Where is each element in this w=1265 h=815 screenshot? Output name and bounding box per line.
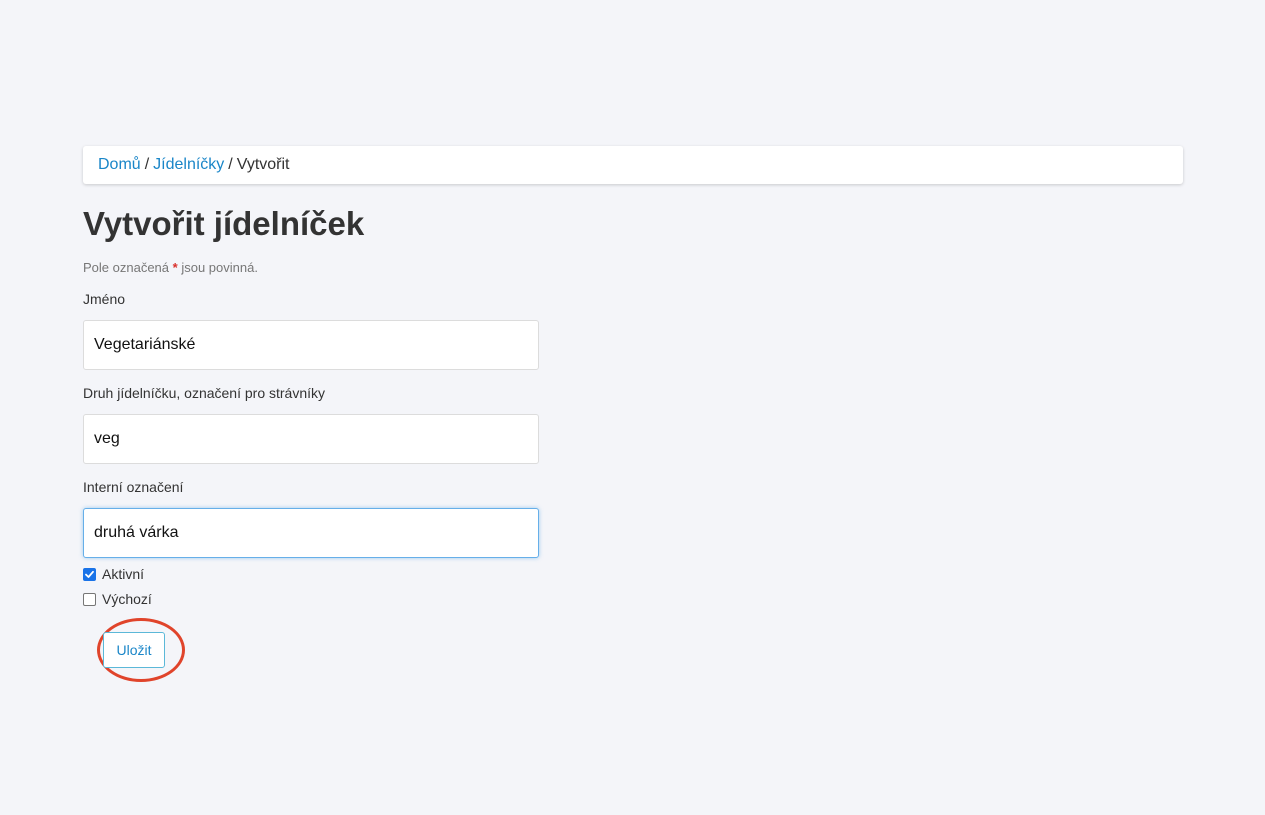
default-checkbox-label: Výchozí [102,591,152,607]
page-container: Domů / Jídelníčky / Vytvořit Vytvořit jí… [83,146,1183,682]
required-hint-before: Pole označená [83,260,170,275]
breadcrumb-home-link[interactable]: Domů [98,156,141,174]
default-checkbox[interactable] [83,592,96,606]
breadcrumb-separator: / [144,156,150,173]
page-title: Vytvořit jídelníček [83,205,365,242]
required-marker: * [172,260,178,275]
default-checkbox-row[interactable]: Výchozí [83,590,1183,608]
name-input[interactable] [83,320,539,370]
active-checkbox[interactable] [83,567,96,581]
required-fields-hint: Pole označená * jsou povinná. [83,260,1183,276]
breadcrumb-menus-link[interactable]: Jídelníčky [153,156,224,174]
save-button[interactable]: Uložit [103,632,165,668]
required-hint-after: jsou povinná. [181,260,258,275]
breadcrumb: Domů / Jídelníčky / Vytvořit [83,146,1183,184]
breadcrumb-separator: / [228,156,233,173]
active-checkbox-label: Aktivní [102,566,145,582]
create-menu-form: Jméno Druh jídelníčku, označení pro strá… [83,291,1183,682]
internal-designation-input[interactable] [83,508,539,558]
breadcrumb-current: Vytvořit [236,156,290,173]
active-checkbox-row[interactable]: Aktivní [83,565,1183,583]
checkmark-icon [85,570,94,578]
name-label: Jméno [83,291,126,307]
internal-label: Interní označení [83,479,184,495]
type-input[interactable] [83,414,539,464]
type-label: Druh jídelníčku, označení pro strávníky [83,385,326,401]
